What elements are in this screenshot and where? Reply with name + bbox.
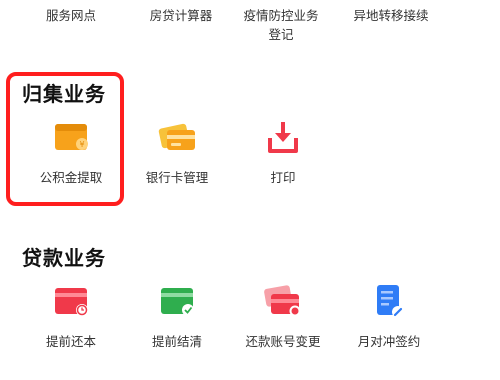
svg-text:¥: ¥ [79, 140, 84, 149]
section-title-guiji: 归集业务 [22, 82, 106, 106]
bank-card-management-item[interactable]: 银行卡管理 [122, 118, 232, 198]
card-clock-icon [49, 282, 93, 322]
remote-transfer-item[interactable]: 异地转移接续 [336, 0, 446, 50]
cards-exchange-icon [261, 282, 305, 322]
bank-card-icon [155, 118, 199, 158]
repayment-account-change-label: 还款账号变更 [245, 334, 321, 349]
monthly-offset-signing-label: 月对冲签约 [357, 334, 421, 349]
repayment-account-change-item[interactable]: 还款账号变更 [228, 282, 338, 362]
early-settlement-item[interactable]: 提前结清 [122, 282, 232, 362]
early-repayment-label: 提前还本 [45, 334, 96, 349]
early-repayment-item[interactable]: 提前还本 [16, 282, 126, 362]
section-title-daikuan: 贷款业务 [22, 246, 106, 270]
document-pen-icon [367, 282, 411, 322]
mortgage-calculator-item[interactable]: 房贷计算器 [126, 0, 236, 50]
mortgage-calculator-label: 房贷计算器 [149, 8, 213, 23]
remote-transfer-label: 异地转移接续 [353, 8, 429, 23]
early-settlement-label: 提前结清 [151, 334, 202, 349]
fund-withdrawal-label: 公积金提取 [39, 170, 103, 185]
wallet-icon: ¥ [49, 118, 93, 158]
epidemic-registration-item[interactable]: 疫情防控业务 登记 [226, 0, 336, 50]
monthly-offset-signing-item[interactable]: 月对冲签约 [334, 282, 444, 362]
fund-withdrawal-item[interactable]: ¥ 公积金提取 [16, 118, 126, 198]
epidemic-registration-label: 疫情防控业务 登记 [243, 8, 319, 42]
download-print-icon [261, 118, 305, 158]
print-label: 打印 [270, 170, 296, 185]
service-outlets-item[interactable]: 服务网点 [16, 0, 126, 50]
bank-card-management-label: 银行卡管理 [145, 170, 209, 185]
print-item[interactable]: 打印 [228, 118, 338, 198]
service-outlets-label: 服务网点 [45, 8, 96, 23]
card-check-icon [155, 282, 199, 322]
